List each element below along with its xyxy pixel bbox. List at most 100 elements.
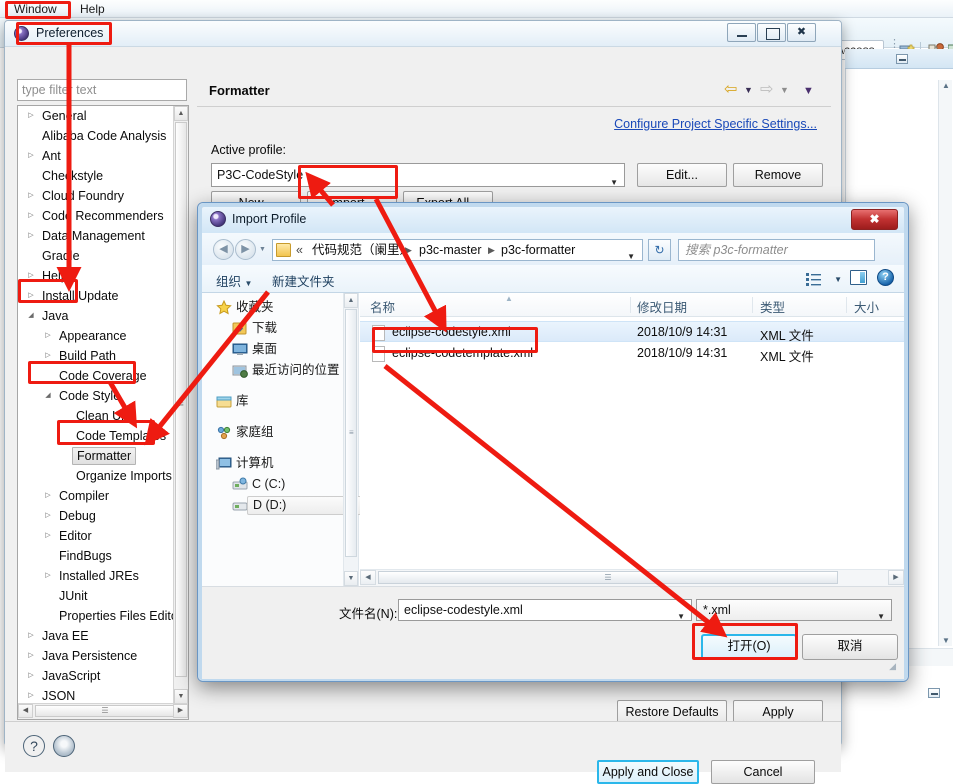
minimize-icon[interactable] — [727, 23, 756, 42]
import-dialog-titlebar[interactable]: Import Profile ✖ — [202, 207, 904, 233]
twisty-collapsed-icon[interactable]: ▷ — [26, 666, 36, 686]
scroll-up-icon[interactable]: ▲ — [344, 293, 358, 308]
sidebar-item-build-path[interactable]: ▷ Build Path — [18, 346, 175, 366]
twisty-collapsed-icon[interactable]: ▷ — [26, 146, 36, 166]
sidebar-item-data-management[interactable]: ▷ Data Management — [18, 226, 175, 246]
question-mark-icon[interactable]: ? — [23, 735, 45, 757]
sidebar-item-clean-up[interactable]: Clean Up — [18, 406, 175, 426]
place-item[interactable]: 计算机 — [215, 453, 344, 474]
new-folder-button[interactable]: 新建文件夹 — [272, 271, 335, 290]
filter-input[interactable]: type filter text — [17, 79, 187, 101]
twisty-collapsed-icon[interactable]: ▷ — [26, 106, 36, 126]
close-icon[interactable]: ✖ — [851, 209, 898, 230]
twisty-collapsed-icon[interactable]: ▷ — [43, 486, 53, 506]
tree-horizontal-scrollbar[interactable]: ◀ ☰ ▶ — [18, 703, 188, 719]
scroll-up-icon[interactable]: ▲ — [174, 106, 188, 121]
twisty-collapsed-icon[interactable]: ▷ — [43, 566, 53, 586]
breadcrumb-segment-2[interactable]: p3c-formatter — [501, 240, 575, 260]
place-item[interactable]: D (D:) — [216, 495, 373, 516]
twisty-collapsed-icon[interactable]: ▷ — [43, 526, 53, 546]
edit-profile-button[interactable]: Edit... — [637, 163, 727, 187]
scroll-down-icon[interactable]: ▼ — [940, 636, 952, 645]
chevron-down-icon[interactable]: ▼ — [627, 247, 635, 267]
table-row[interactable]: eclipse-codetemplate.xml 2018/10/9 14:31… — [360, 343, 904, 364]
scroll-up-icon[interactable]: ▲ — [940, 81, 952, 90]
file-list-horizontal-scrollbar[interactable]: ◀ ☰ ▶ — [360, 569, 904, 586]
sidebar-item-properties-files-editor[interactable]: Properties Files Editor — [18, 606, 175, 626]
sidebar-item-checkstyle[interactable]: Checkstyle — [18, 166, 175, 186]
configure-project-specific-settings-link[interactable]: Configure Project Specific Settings... — [614, 117, 817, 131]
place-item[interactable]: 收藏夹 — [216, 297, 344, 318]
editor-vertical-scrollbar[interactable]: ▲ ▼ — [938, 80, 952, 646]
help-circle-icon[interactable]: ? — [877, 269, 894, 286]
apply-and-close-button[interactable]: Apply and Close — [597, 760, 699, 784]
refresh-icon[interactable]: ↻ — [648, 239, 671, 261]
sidebar-item-java-ee[interactable]: ▷ Java EE — [18, 626, 175, 646]
nav-back-icon[interactable]: ◀ — [213, 239, 234, 260]
twisty-collapsed-icon[interactable]: ▷ — [26, 626, 36, 646]
twisty-collapsed-icon[interactable]: ▷ — [26, 266, 36, 286]
place-item[interactable]: 下载 — [216, 318, 344, 339]
scroll-left-icon[interactable]: ◀ — [18, 704, 33, 718]
column-divider[interactable] — [846, 297, 847, 313]
twisty-expanded-icon[interactable]: ◢ — [26, 306, 36, 326]
scroll-thumb[interactable]: ☰ — [35, 705, 175, 717]
view-list-icon[interactable] — [806, 272, 822, 286]
active-profile-combobox[interactable]: P3C-CodeStyle ▼ — [211, 163, 625, 187]
filename-input[interactable]: eclipse-codestyle.xml ▼ — [398, 599, 692, 621]
sidebar-item-compiler[interactable]: ▷ Compiler — [18, 486, 175, 506]
forward-arrow-icon[interactable]: ⇨ — [760, 82, 773, 98]
twisty-expanded-icon[interactable]: ◢ — [43, 386, 53, 406]
resize-grip-icon[interactable]: ◢ — [889, 661, 896, 672]
sidebar-item-organize-imports[interactable]: Organize Imports — [18, 466, 175, 486]
scroll-thumb[interactable]: ☰ — [378, 571, 838, 584]
place-item[interactable]: 最近访问的位置 — [216, 360, 344, 381]
preferences-titlebar[interactable]: Preferences ✖ — [5, 21, 841, 47]
editor-minimize-button[interactable] — [896, 54, 908, 64]
back-menu-chevron-down-icon[interactable]: ▼ — [744, 85, 753, 95]
scroll-down-icon[interactable]: ▼ — [344, 571, 358, 586]
places-vertical-scrollbar[interactable]: ▲ ≡ ▼ — [343, 293, 358, 586]
place-item[interactable]: 桌面 — [216, 339, 344, 360]
column-divider[interactable] — [752, 297, 753, 313]
chevron-down-icon[interactable]: ▼ — [259, 246, 266, 253]
twisty-collapsed-icon[interactable]: ▷ — [26, 646, 36, 666]
sidebar-item-findbugs[interactable]: FindBugs — [18, 546, 175, 566]
sidebar-item-formatter[interactable]: Formatter — [18, 446, 175, 466]
scroll-right-icon[interactable]: ▶ — [888, 570, 904, 585]
sidebar-item-appearance[interactable]: ▷ Appearance — [18, 326, 175, 346]
sidebar-item-code-coverage[interactable]: Code Coverage — [18, 366, 175, 386]
breadcrumb-segment-1[interactable]: p3c-master — [419, 240, 482, 260]
breadcrumb-overflow[interactable]: « — [296, 240, 303, 260]
back-arrow-icon[interactable]: ⇦ — [724, 82, 737, 98]
filetype-combobox[interactable]: *.xml ▼ — [696, 599, 892, 621]
sidebar-item-json[interactable]: ▷ JSON — [18, 686, 175, 704]
view-minimize-button[interactable] — [928, 688, 940, 698]
sidebar-item-installed-jres[interactable]: ▷ Installed JREs — [18, 566, 175, 586]
sidebar-item-general[interactable]: ▷ General — [18, 106, 175, 126]
sidebar-item-cloud-foundry[interactable]: ▷ Cloud Foundry — [18, 186, 175, 206]
menu-window[interactable]: Window — [9, 2, 62, 16]
twisty-collapsed-icon[interactable]: ▷ — [26, 686, 36, 704]
column-divider[interactable] — [630, 297, 631, 313]
address-bar[interactable]: « 代码规范（阑里） ▶ p3c-master ▶ p3c-formatter … — [272, 239, 643, 261]
menu-help[interactable]: Help — [75, 2, 110, 16]
open-button[interactable]: 打开(O) — [701, 634, 797, 660]
breadcrumb-segment-0[interactable]: 代码规范（阑里） — [312, 240, 412, 260]
close-icon[interactable]: ✖ — [787, 23, 816, 42]
remove-profile-button[interactable]: Remove — [733, 163, 823, 187]
column-header-date[interactable]: 修改日期 — [637, 297, 687, 316]
sidebar-item-code-style[interactable]: ◢ Code Style — [18, 386, 175, 406]
search-input[interactable]: 搜索 p3c-formatter — [678, 239, 875, 261]
sidebar-item-install-update[interactable]: ▷ Install/Update — [18, 286, 175, 306]
place-item[interactable]: C (C:) — [216, 474, 344, 495]
column-header-size[interactable]: 大小 — [854, 297, 879, 316]
nav-forward-icon[interactable]: ▶ — [235, 239, 256, 260]
cancel-button[interactable]: Cancel — [711, 760, 815, 784]
twisty-collapsed-icon[interactable]: ▷ — [26, 286, 36, 306]
twisty-collapsed-icon[interactable]: ▷ — [26, 186, 36, 206]
twisty-collapsed-icon[interactable]: ▷ — [26, 206, 36, 226]
sidebar-item-debug[interactable]: ▷ Debug — [18, 506, 175, 526]
scroll-down-icon[interactable]: ▼ — [174, 689, 188, 704]
column-header-name[interactable]: 名称 — [370, 297, 395, 316]
